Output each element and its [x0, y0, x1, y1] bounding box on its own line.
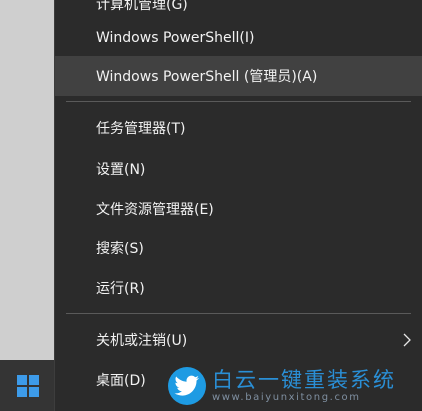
menu-item-powershell[interactable]: Windows PowerShell(I) [55, 18, 422, 58]
menu-item-search[interactable]: 搜索(S) [55, 228, 422, 268]
menu-separator [66, 101, 411, 102]
menu-separator [66, 313, 411, 314]
watermark-title: 白云一键重装系统 [212, 368, 396, 392]
menu-item-label: 运行(R) [96, 281, 145, 297]
menu-item-powershell-admin[interactable]: Windows PowerShell (管理员)(A) [55, 56, 422, 96]
bird-icon [168, 367, 206, 405]
menu-item-label: 计算机管理(G) [96, 0, 188, 13]
menu-item-label: 关机或注销(U) [96, 333, 188, 349]
menu-item-shutdown[interactable]: 关机或注销(U) [55, 320, 422, 360]
menu-item-label: 桌面(D) [96, 373, 146, 389]
menu-item-settings[interactable]: 设置(N) [55, 149, 422, 189]
winx-context-menu: 计算机管理(G) Windows PowerShell(I) Windows P… [54, 0, 422, 411]
menu-item-label: 文件资源管理器(E) [96, 202, 214, 218]
chevron-right-icon [402, 320, 412, 360]
menu-item-task-manager[interactable]: 任务管理器(T) [55, 108, 422, 148]
menu-item-run[interactable]: 运行(R) [55, 268, 422, 308]
start-button[interactable] [0, 360, 56, 411]
menu-item-label: Windows PowerShell(I) [96, 30, 255, 46]
menu-item-label: Windows PowerShell (管理员)(A) [96, 69, 318, 85]
menu-item-label: 搜索(S) [96, 241, 144, 257]
menu-item-label: 任务管理器(T) [96, 121, 186, 137]
watermark: 白云一键重装系统 www.baiyunxitong.com [168, 364, 418, 408]
watermark-url: www.baiyunxitong.com [212, 392, 361, 403]
windows-logo-icon [17, 374, 39, 397]
menu-item-file-explorer[interactable]: 文件资源管理器(E) [55, 189, 422, 229]
menu-item-label: 设置(N) [96, 162, 146, 178]
